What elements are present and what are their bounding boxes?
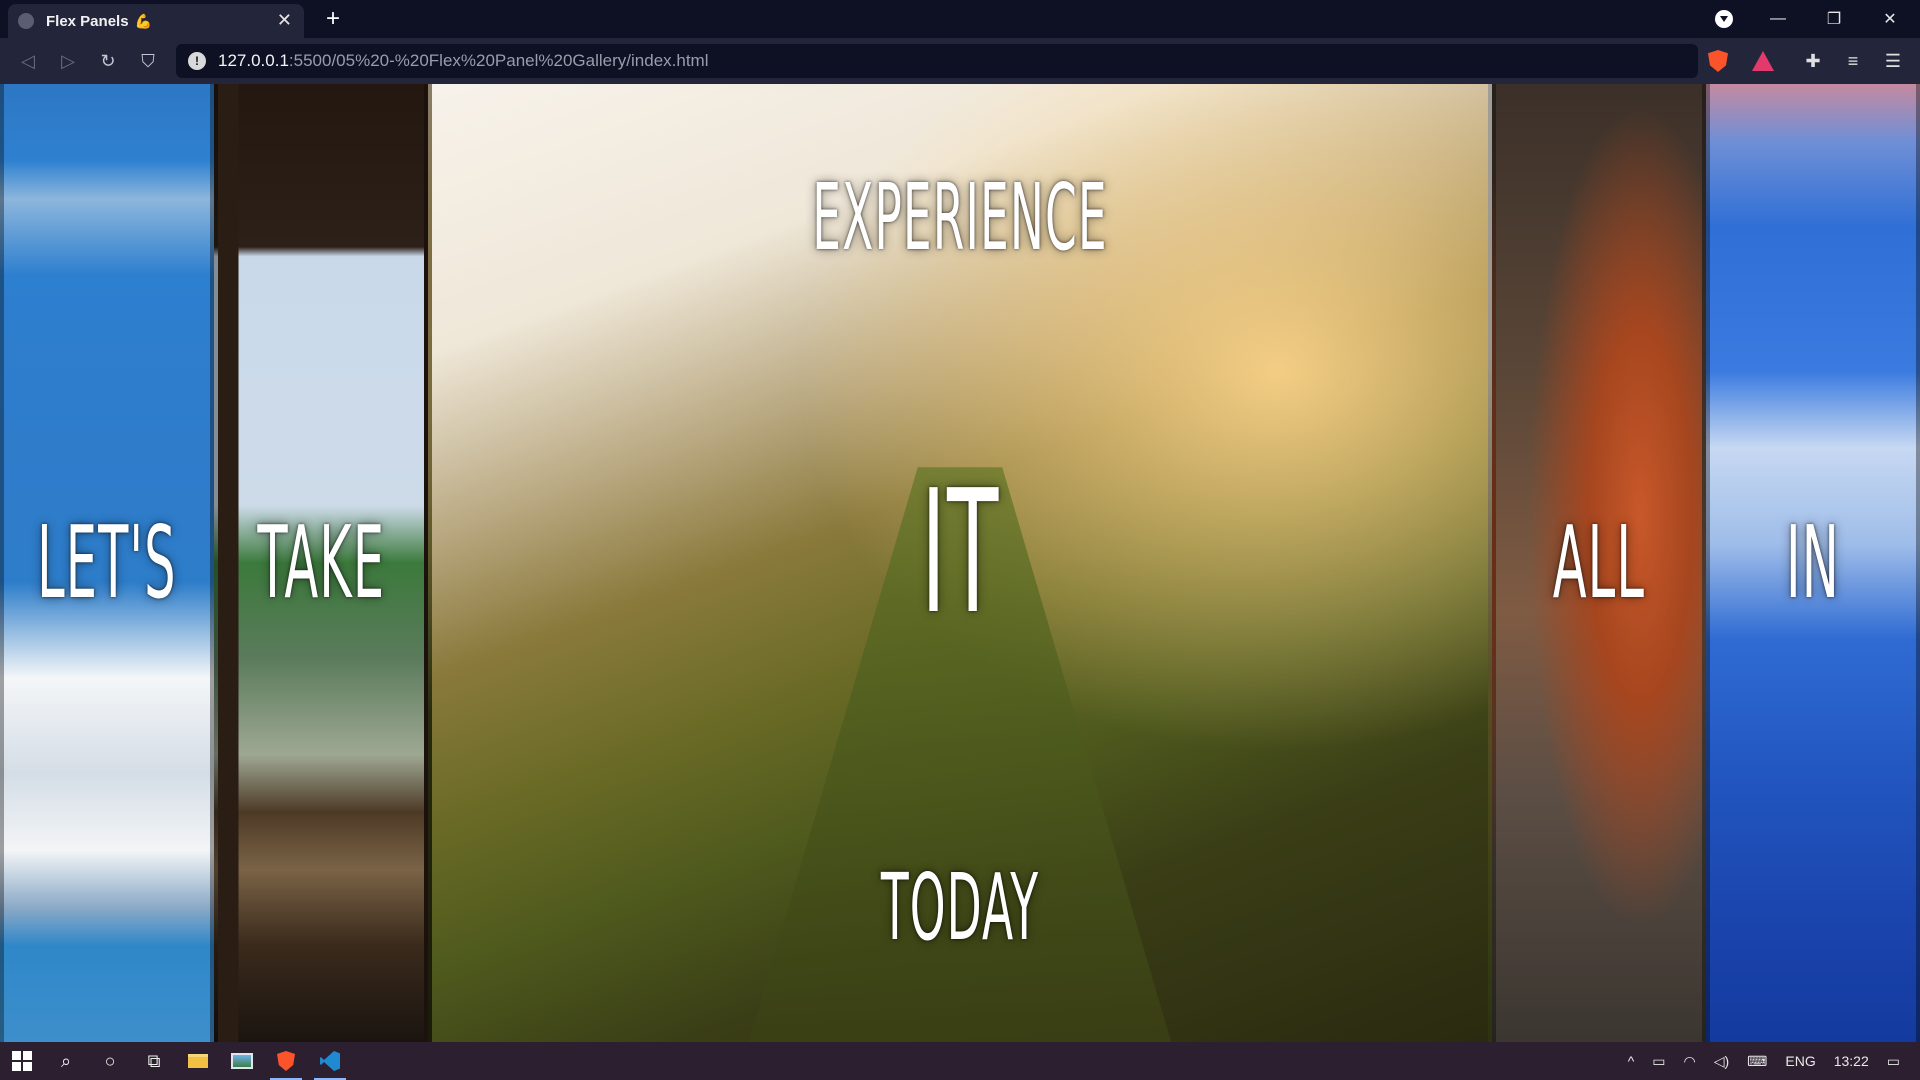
panel-word: All — [1552, 504, 1646, 621]
brave-browser-app[interactable] — [264, 1042, 308, 1080]
flexed-bicep-emoji: 💪 — [134, 12, 152, 29]
panel-word-bottom: Today — [880, 854, 1040, 961]
panel-take[interactable]: Take — [214, 84, 428, 1042]
search-icon[interactable]: ⌕ — [44, 1042, 88, 1080]
browser-tab-active[interactable]: Flex Panels 💪 ✕ — [8, 4, 304, 38]
clock[interactable]: 13:22 — [1825, 1053, 1878, 1069]
maximize-button[interactable]: ❐ — [1806, 0, 1862, 38]
flex-panel-gallery: Let's Take Experience It Today All In — [0, 84, 1920, 1042]
globe-icon — [18, 13, 34, 29]
new-tab-button[interactable]: + — [320, 7, 346, 31]
notifications-icon[interactable]: ▭ — [1878, 1053, 1920, 1070]
browser-tab-bar: Flex Panels 💪 ✕ + — ❐ ✕ — [0, 0, 1920, 38]
start-button[interactable] — [0, 1042, 44, 1080]
close-window-button[interactable]: ✕ — [1862, 0, 1918, 38]
panel-lets[interactable]: Let's — [0, 84, 214, 1042]
browser-menu-icon[interactable]: ☰ — [1878, 46, 1908, 76]
minimize-button[interactable]: — — [1750, 0, 1806, 38]
extensions-icon[interactable]: ✚ — [1798, 46, 1828, 76]
language-indicator[interactable]: ENG — [1776, 1053, 1824, 1069]
brave-icon — [277, 1051, 295, 1071]
chevron-down-icon — [1715, 10, 1733, 28]
bookmark-button[interactable]: ⛉ — [128, 41, 168, 81]
panel-word-top: Experience — [812, 164, 1108, 271]
browser-toolbar: ◁ ▷ ↻ ⛉ ! 127.0.0.1:5500/05%20-%20Flex%2… — [0, 38, 1920, 84]
tab-title: Flex Panels — [46, 12, 129, 30]
folder-icon — [188, 1054, 208, 1068]
battery-icon[interactable]: ▭ — [1643, 1053, 1674, 1070]
back-button[interactable]: ◁ — [8, 41, 48, 81]
windows-logo-icon — [12, 1051, 32, 1071]
windows-taskbar: ⌕ ○ ⧉ ^ ▭ ◠ ◁) ⌨ ENG 13:22 ▭ — [0, 1042, 1920, 1080]
brave-shields-icon[interactable] — [1708, 50, 1728, 72]
vscode-icon — [320, 1051, 340, 1071]
panel-word-middle: It — [920, 454, 1000, 652]
cortana-icon[interactable]: ○ — [88, 1042, 132, 1080]
address-bar[interactable]: ! 127.0.0.1:5500/05%20-%20Flex%20Panel%2… — [176, 44, 1698, 78]
panel-it-open[interactable]: Experience It Today — [428, 84, 1492, 1042]
reload-button[interactable]: ↻ — [88, 41, 128, 81]
system-tray: ^ ▭ ◠ ◁) ⌨ ENG 13:22 ▭ — [1619, 1042, 1920, 1080]
panel-in[interactable]: In — [1706, 84, 1920, 1042]
url-path: :5500/05%20-%20Flex%20Panel%20Gallery/in… — [288, 51, 709, 70]
tab-search-button[interactable] — [1696, 0, 1752, 38]
brave-rewards-icon[interactable] — [1752, 51, 1774, 71]
panel-all[interactable]: All — [1492, 84, 1706, 1042]
file-explorer-app[interactable] — [176, 1042, 220, 1080]
volume-icon[interactable]: ◁) — [1705, 1053, 1738, 1070]
task-view-icon[interactable]: ⧉ — [132, 1042, 176, 1080]
photos-icon — [231, 1053, 253, 1069]
show-hidden-icons-chevron[interactable]: ^ — [1619, 1053, 1644, 1069]
url-host: 127.0.0.1 — [218, 51, 289, 70]
site-info-icon[interactable]: ! — [188, 52, 206, 70]
close-tab-icon[interactable]: ✕ — [277, 10, 292, 30]
panel-word: Take — [257, 504, 385, 621]
panel-word: Let's — [37, 504, 177, 621]
forward-button[interactable]: ▷ — [48, 41, 88, 81]
panel-word: In — [1786, 504, 1840, 621]
playlist-icon[interactable]: ≡ — [1838, 46, 1868, 76]
keyboard-icon[interactable]: ⌨ — [1738, 1053, 1776, 1070]
wifi-icon[interactable]: ◠ — [1675, 1053, 1705, 1070]
photos-app[interactable] — [220, 1042, 264, 1080]
vscode-app[interactable] — [308, 1042, 352, 1080]
